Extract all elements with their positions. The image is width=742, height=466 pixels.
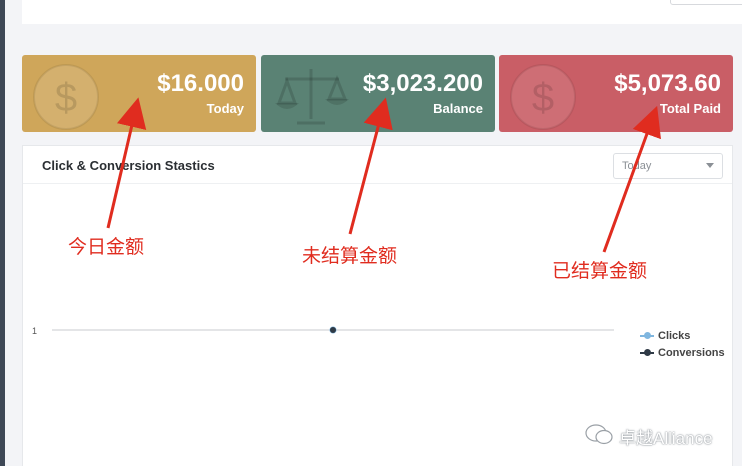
arrow-balance [348, 97, 393, 235]
wechat-icon [585, 424, 613, 445]
annotation-settled: 已结算金额 [552, 260, 648, 282]
arrow-today [106, 97, 147, 229]
annotation-unsettled: 未结算金额 [302, 245, 398, 267]
arrow-total-paid [602, 105, 661, 253]
watermark: 卓越Alliance [583, 422, 733, 448]
annotation-today: 今日金额 [68, 236, 145, 258]
watermark-text: 卓越Alliance [619, 429, 713, 448]
